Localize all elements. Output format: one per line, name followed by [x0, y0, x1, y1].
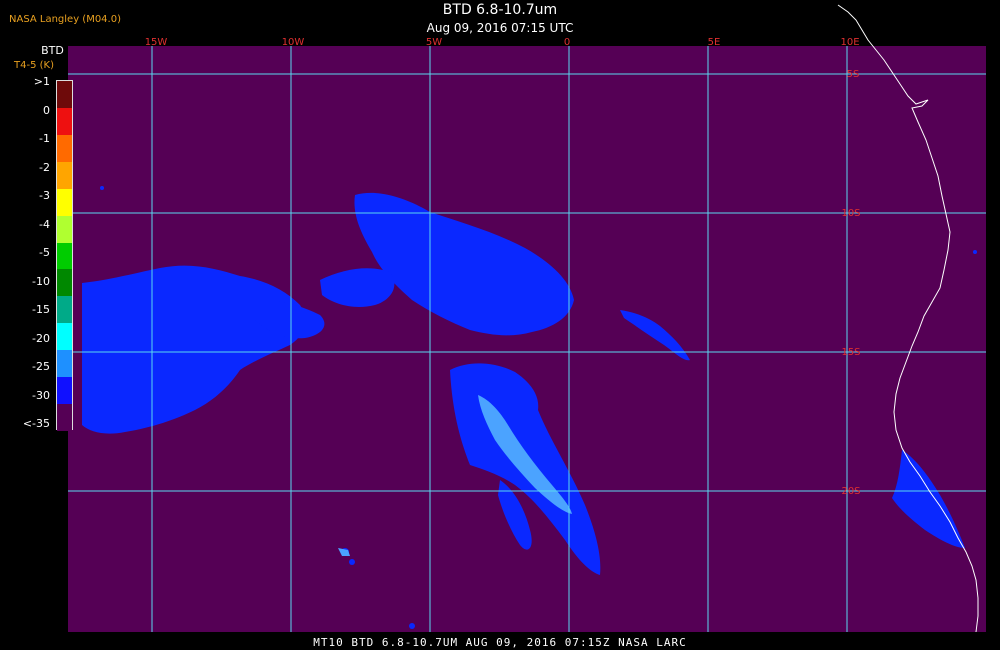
lon-label: 15W: [145, 37, 168, 48]
legend-label: -15: [32, 303, 50, 316]
legend-label: -30: [32, 388, 50, 402]
timestamp-subtitle: Aug 09, 2016 07:15 UTC: [426, 21, 574, 35]
lon-label: 5E: [708, 37, 721, 48]
lat-label: 15S: [841, 347, 860, 358]
legend-label: -20: [32, 331, 50, 345]
legend-swatch: [57, 107, 72, 135]
legend-label: -10: [32, 274, 50, 288]
signal-speck: [409, 623, 415, 629]
legend-label: -25: [32, 360, 50, 373]
product-title: BTD 6.8-10.7um: [442, 2, 558, 18]
legend-label: <-35: [22, 417, 50, 430]
map-view: 15W 10W 5W 0 5E 10E 5S 10S 15S 20S: [68, 4, 986, 633]
lat-label: 10S: [841, 208, 860, 219]
legend-swatch: [57, 134, 72, 162]
footer-caption: MT10 BTD 6.8-10.7UM AUG 09, 2016 07:15Z …: [313, 636, 687, 649]
legend-swatch: [57, 377, 72, 405]
legend-label: 0: [43, 103, 50, 117]
signal-speck: [100, 186, 104, 190]
legend-label: -5: [39, 246, 50, 259]
legend-label: -4: [39, 217, 50, 231]
lon-label: 10W: [282, 37, 305, 48]
lat-label: 20S: [841, 486, 860, 497]
legend-swatch: [57, 215, 72, 243]
signal-speck: [973, 250, 977, 254]
lon-label: 5W: [426, 37, 442, 48]
legend-swatch: [57, 161, 72, 189]
legend-swatch: [57, 242, 72, 270]
legend-labels: >1 0 -1 -2 -3 -4 -5 -10 -15 -20 -25 -30 <-35: [0, 0, 55, 650]
legend-label: -1: [39, 132, 50, 145]
legend-label: -3: [39, 189, 50, 202]
legend-swatch: [57, 81, 72, 108]
legend-swatch: [57, 350, 72, 378]
lon-label: 10E: [840, 37, 859, 48]
lat-label: 5S: [847, 69, 860, 80]
legend-swatch: [57, 188, 72, 216]
legend-color-bar: [56, 80, 73, 431]
legend-swatch: [57, 296, 72, 324]
legend-swatch: [57, 323, 72, 351]
signal-speck: [349, 559, 355, 565]
legend-swatch: [57, 404, 72, 431]
lon-label: 0: [564, 37, 570, 48]
legend-swatch: [57, 269, 72, 297]
legend-label: -2: [39, 160, 50, 174]
legend-label: >1: [33, 75, 50, 88]
